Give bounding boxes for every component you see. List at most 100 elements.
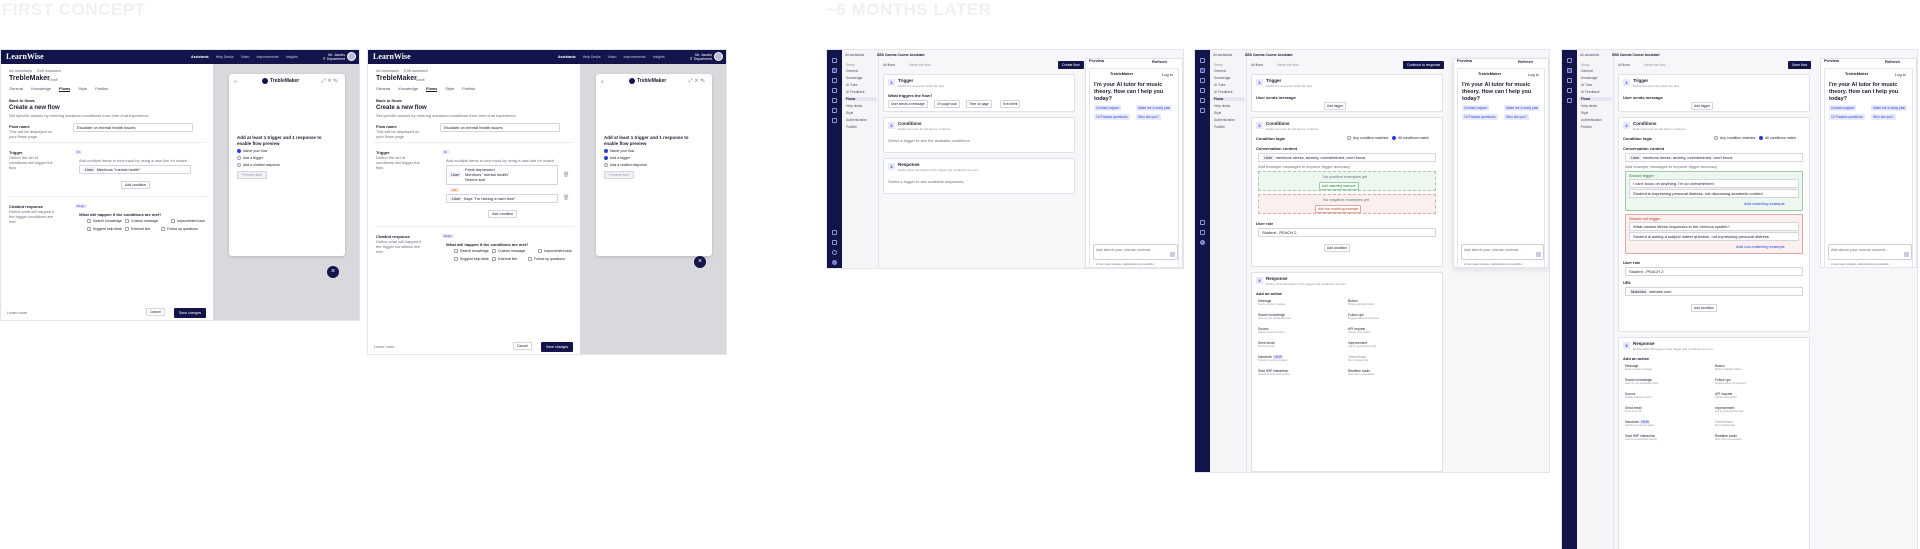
sidebar-item-ai-feedback[interactable]: AI Feedback [1581,90,1600,94]
add-trigger-button[interactable]: Add trigger [1324,102,1347,110]
breadcrumb-all[interactable]: All assistants [9,68,32,73]
positive-example-2[interactable]: Student is expressing personal distress,… [1629,189,1799,198]
action-button[interactable]: Button Show a clickable button [1348,299,1374,306]
sidebar-item-authentication[interactable]: Authentication [846,118,867,122]
tab-knowledge[interactable]: Knowledge [31,86,51,92]
preview-flow-button[interactable]: Preview flow [237,171,267,179]
breadcrumb-assistant[interactable]: DBS Canvas Course Assistant [877,53,925,57]
quick-reply-practice[interactable]: 10 Practice questions [1829,114,1865,120]
preview-flow-button[interactable]: Preview flow [604,171,634,179]
refresh-button[interactable]: Refresh [1885,59,1900,64]
files-icon[interactable] [832,118,837,123]
trigger-input[interactable]: User Mentions "mental health" [79,165,191,174]
sidebar-item-flows[interactable]: Flows [1579,97,1612,101]
log-in-button[interactable]: Log in [1895,72,1906,77]
sidebar-item-flows[interactable]: Flows [844,97,877,101]
sidebar-item-help-desks[interactable]: Help desks [846,104,862,108]
add-condition-button[interactable]: Add condition [1691,304,1717,312]
breadcrumb-flows[interactable]: All flows [1251,63,1263,67]
action-send-email[interactable]: Send email Send an email [1625,406,1642,413]
add-trigger-button[interactable]: Add trigger [1691,102,1714,110]
any-match-radio[interactable]: Any condition matches [1347,136,1388,140]
save-button[interactable]: Save changes [174,308,207,318]
video-icon[interactable] [1200,88,1205,93]
nav-improvements[interactable]: Improvements [624,55,646,59]
nav-video[interactable]: Video [608,55,617,59]
sidebar-item-style[interactable]: Style [1581,111,1588,115]
add-nonmatching-button[interactable]: Add non-matching example [1315,205,1362,213]
trigger-option-message[interactable]: User sends a message [888,100,928,108]
action-handover[interactable]: Handover NEW Transfer to a human agent [1258,355,1287,362]
search-icon[interactable]: ⌕ [601,79,604,85]
breadcrumb-assistant[interactable]: DBS Canvas Course Assistant [1612,53,1660,57]
nav-insights[interactable]: Insights [286,55,298,59]
flow-name-input[interactable]: Name the flow... [909,63,933,67]
refresh-button[interactable]: Refresh [1518,59,1533,64]
composer[interactable]: Ask about your course content... [1093,244,1178,260]
assistants-icon[interactable] [832,68,837,73]
sidebar-item-ai-tutor[interactable]: AI Tutor [1214,83,1226,87]
breadcrumb-all[interactable]: All assistants [376,68,399,73]
collapse-icon[interactable] [1200,58,1205,63]
close-preview-button[interactable]: × [327,266,339,278]
tab-general[interactable]: General [376,86,390,92]
send-icon[interactable] [1904,252,1909,257]
trash-icon[interactable]: 🗑 [563,195,569,201]
close-preview-button[interactable]: × [694,256,706,268]
all-match-radio[interactable]: All conditions match [1759,136,1796,140]
sidebar-item-knowledge[interactable]: Knowledge [1581,76,1597,80]
sidebar-item-knowledge[interactable]: Knowledge [846,76,862,80]
collapse-icon[interactable] [1567,58,1572,63]
refresh-button[interactable]: Refresh [1152,59,1167,64]
negative-example-2[interactable]: Student is asking a subject matter quest… [1629,232,1799,241]
tab-knowledge[interactable]: Knowledge [398,86,418,92]
nav-insights[interactable]: Insights [653,55,665,59]
user-info[interactable]: Mr. Jacobs IT Department [323,53,345,61]
action-suggest-help-desk[interactable]: Suggest help desk [454,257,489,261]
sidebar-item-authentication[interactable]: Authentication [1581,118,1602,122]
breadcrumb-flows[interactable]: All flows [883,63,895,67]
action-search-knowledge[interactable]: Search knowledge Look up your knowledge b… [1625,378,1658,385]
breadcrumb-assistant[interactable]: DBS Canvas Course Assistant [1245,53,1293,57]
send-icon[interactable] [1536,252,1541,257]
video-icon[interactable] [832,88,837,93]
flow-name-input[interactable]: Escalate on mental health issues [73,123,193,132]
breadcrumb-all[interactable]: All assistants [845,53,864,57]
trigger-option-time[interactable]: Time on page [966,100,993,108]
back-link[interactable]: Back to flows [9,98,35,103]
trigger-input-2[interactable]: User Says "I'm having a hard time" [446,194,558,203]
action-handover[interactable]: Handover NEW Transfer to a human agent [1625,420,1654,427]
nav-help-desks[interactable]: Help Desks [216,55,234,59]
sidebar-item-style[interactable]: Style [846,111,853,115]
action-external-link[interactable]: External link [125,227,150,231]
action-search-knowledge[interactable]: Search knowledge [87,219,122,223]
content-input[interactable]: User mentions stress, anxiety, overwhelm… [1258,153,1436,162]
window-controls-icon[interactable]: ⤢✕✎ [322,78,340,84]
continue-button[interactable]: Continue to response [1403,61,1445,69]
avatar[interactable] [347,52,356,61]
tab-flows[interactable]: Flows [426,86,438,92]
quick-reply-practice[interactable]: 10 Practice questions [1094,114,1130,120]
quick-reply-contact[interactable]: Contact support [1462,105,1490,111]
quick-reply-who[interactable]: Who are you? [1504,114,1529,120]
composer-input[interactable]: Ask about your course content... [1831,247,1888,252]
action-source[interactable]: Source Display external content [1258,327,1285,334]
negative-example-1[interactable]: What causes stress responses in the nerv… [1629,222,1799,231]
trigger-selected[interactable]: User sends message [1623,95,1663,100]
bell-icon[interactable] [832,240,837,245]
composer[interactable]: Ask about your course content... [1461,244,1544,260]
sidebar-item-help-desks[interactable]: Help desks [1581,104,1597,108]
save-button[interactable]: Save changes [541,342,574,352]
action-global-flows[interactable]: Global flows Run a shared flow [1348,355,1368,362]
sidebar-item-publish[interactable]: Publish [1214,125,1225,129]
breadcrumb-edit[interactable]: Edit assistant [404,68,428,73]
sidebar-item-ai-feedback[interactable]: AI Feedback [1214,90,1233,94]
breadcrumb-all[interactable]: All assistants [1580,53,1599,57]
help-icon[interactable] [832,230,837,235]
action-custom-message[interactable]: Custom message [492,249,525,253]
action-h5p[interactable]: Start H5P interaction Launch an interacti… [1625,434,1657,441]
composer-input[interactable]: Ask about your course content... [1464,247,1521,252]
action-api-request[interactable]: API request Call an external API [1348,327,1370,334]
help-icon[interactable] [1200,220,1205,225]
improvements-icon[interactable] [1567,98,1572,103]
